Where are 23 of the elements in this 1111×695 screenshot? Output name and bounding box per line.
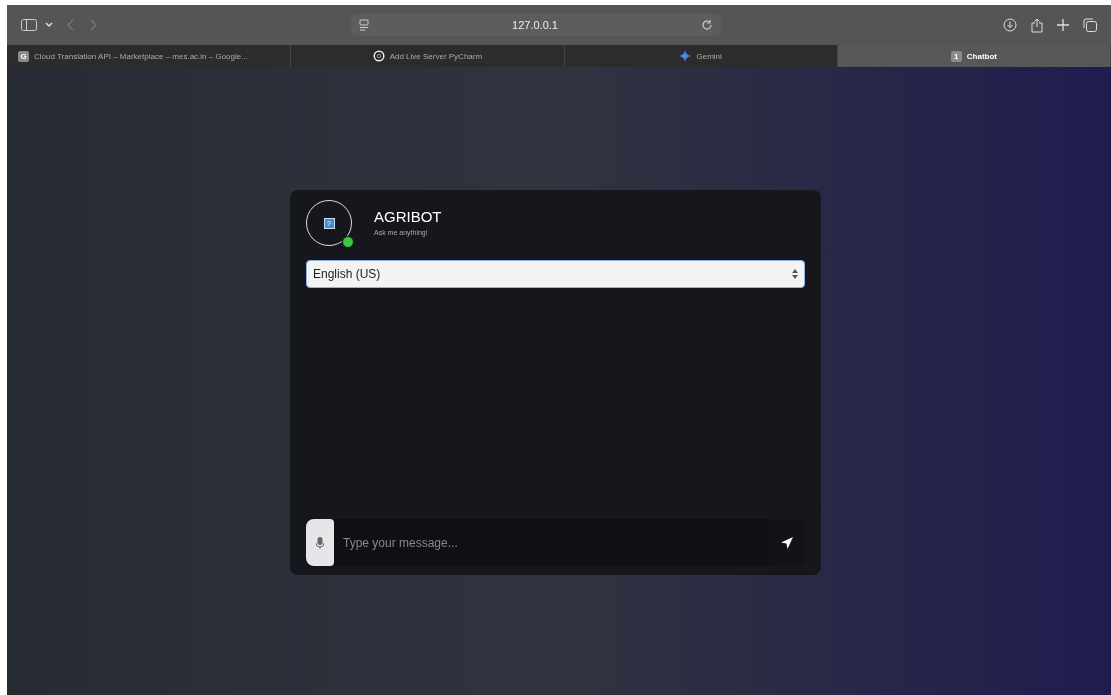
language-select[interactable]: English (US)	[306, 260, 805, 288]
round-logo-icon	[372, 50, 385, 62]
chat-title: AGRIBOT	[374, 208, 442, 225]
favicon: 1	[950, 50, 962, 62]
message-input[interactable]: Type your message...	[334, 519, 769, 566]
download-icon[interactable]	[1003, 18, 1017, 32]
microphone-icon	[316, 536, 324, 549]
send-button[interactable]	[769, 519, 805, 566]
chevron-down-icon[interactable]	[45, 22, 53, 28]
browser-tab[interactable]: 1 Chatbot	[837, 45, 1111, 67]
address-text: 127.0.0.1	[511, 19, 559, 31]
sidebar-icon[interactable]	[21, 19, 37, 31]
microphone-button[interactable]	[306, 519, 334, 566]
page-menu-icon[interactable]	[359, 19, 369, 31]
address-bar[interactable]: 127.0.0.1	[351, 14, 721, 36]
updown-icon	[792, 269, 798, 279]
sparkle-icon	[679, 50, 692, 62]
plus-icon[interactable]	[1057, 19, 1069, 31]
favicon: G	[18, 50, 29, 62]
send-icon	[781, 536, 793, 549]
share-icon[interactable]	[1031, 17, 1043, 33]
tabs-overview-icon[interactable]	[1083, 18, 1097, 32]
reload-icon[interactable]	[701, 19, 713, 31]
